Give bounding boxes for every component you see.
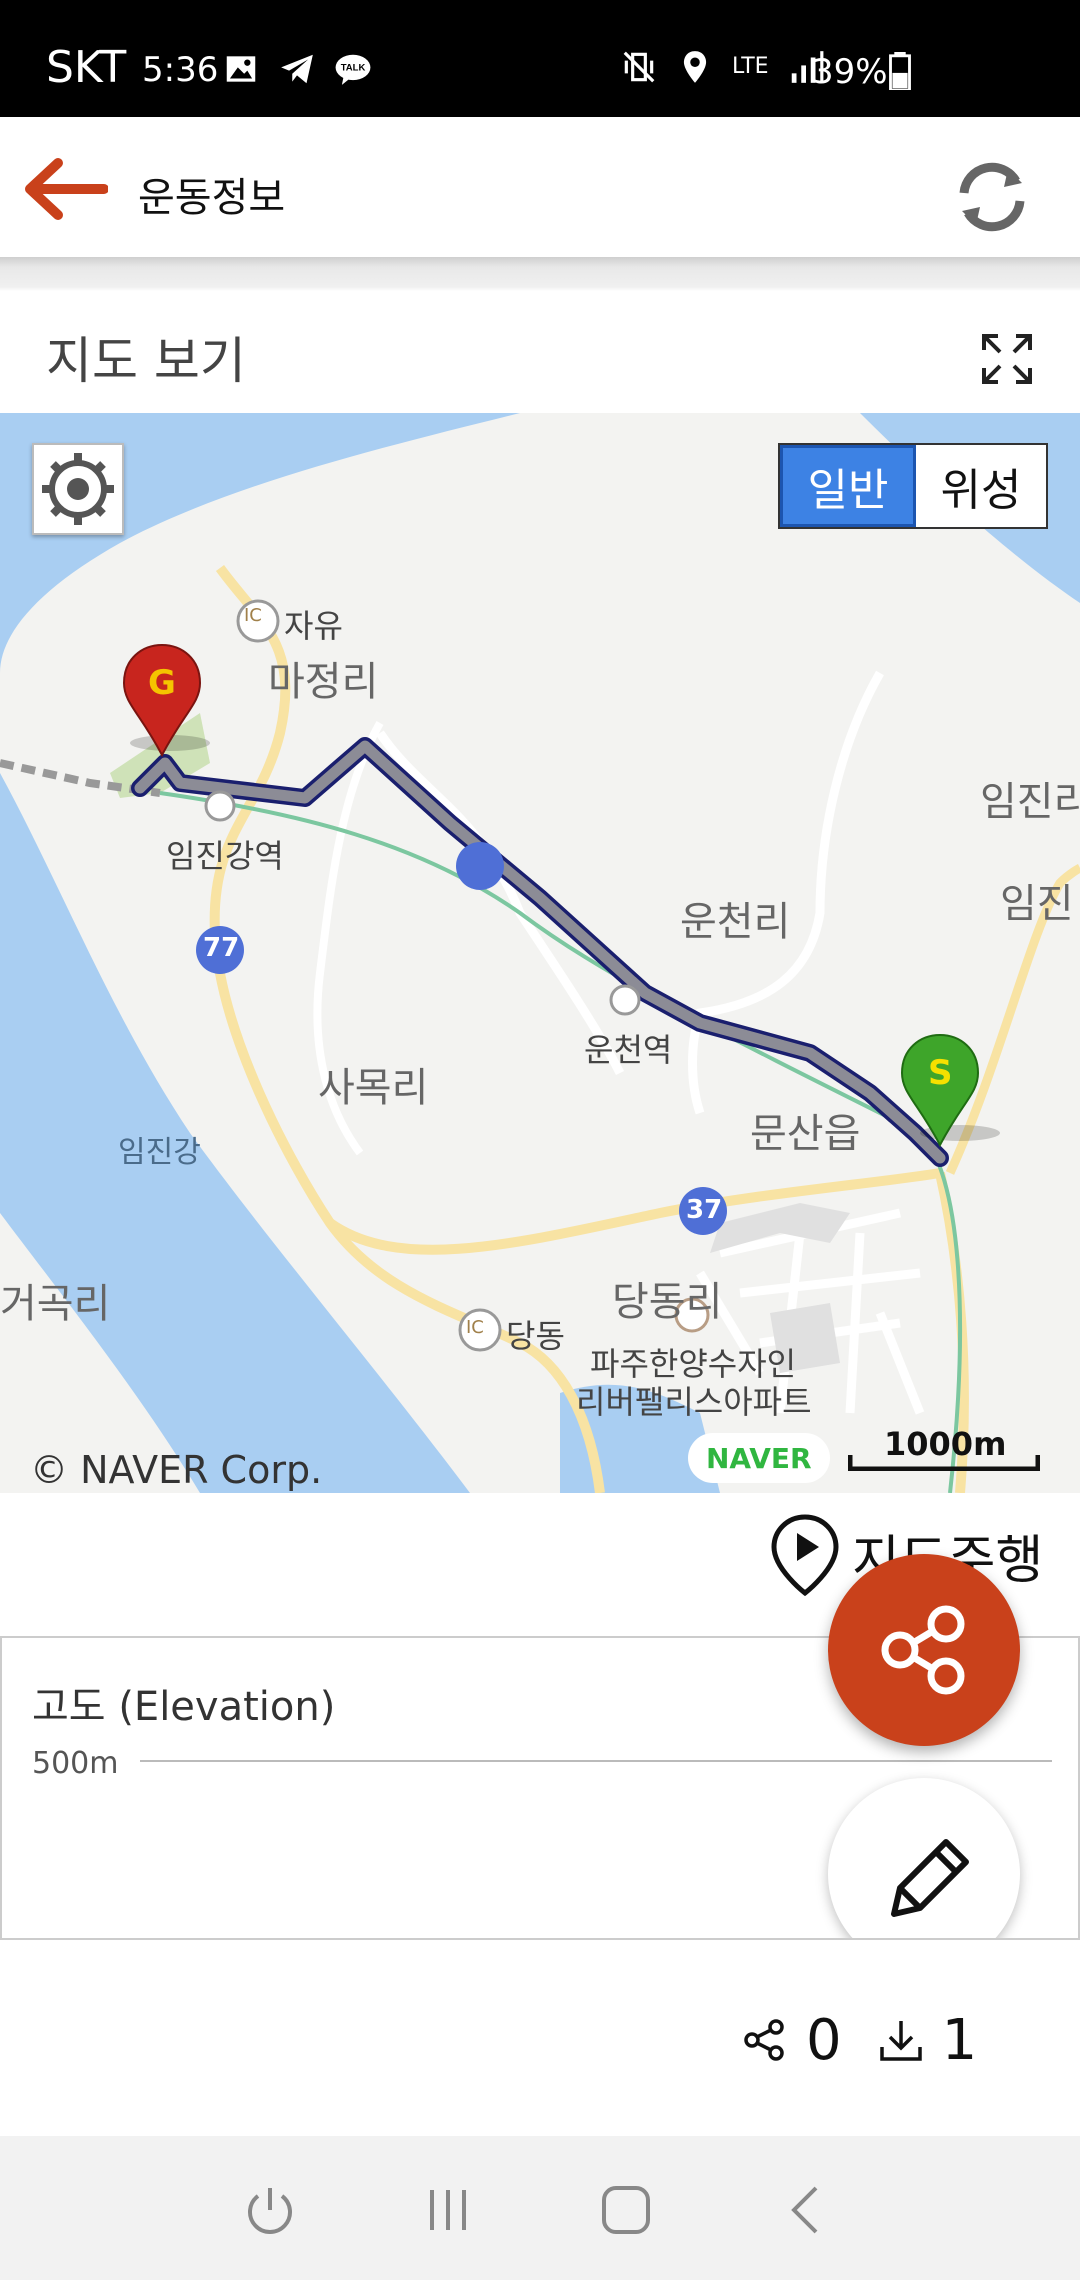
map-label-samok: 사목리 (318, 1065, 429, 1111)
ic-badge-dangdong: IC (466, 1317, 484, 1338)
refresh-icon[interactable] (948, 153, 1036, 241)
map-label-majeong: 마정리 (268, 659, 379, 705)
header-divider (0, 257, 1080, 291)
card-divider (0, 1938, 1080, 1940)
map-label-uncheon: 운천리 (680, 899, 791, 945)
battery-icon (889, 52, 911, 90)
map-label-imjingang-station: 임진강역 (166, 837, 284, 875)
app-header: 운동정보 (0, 117, 1080, 257)
system-navigation-bar (0, 2136, 1080, 2280)
map-label-apartment-2: 리버팰리스아파트 (576, 1383, 812, 1421)
elevation-gridline (140, 1760, 1052, 1762)
map-label-dangdong-ic: 당동 (506, 1317, 565, 1355)
share-button[interactable] (828, 1554, 1020, 1746)
map-label-dangdong-ri: 당동리 (612, 1279, 723, 1325)
card-bottom-area (800, 1940, 1080, 2000)
elevation-y-tick: 500m (32, 1746, 119, 1781)
carrier-label: SKT (46, 42, 127, 93)
vibrate-icon (623, 51, 655, 83)
power-icon[interactable] (240, 2180, 300, 2240)
location-icon (683, 51, 707, 83)
map-section-title: 지도 보기 (46, 332, 246, 390)
recent-apps-icon[interactable] (418, 2180, 478, 2240)
map-label-jayu: 자유 (284, 607, 343, 645)
clock: 5:36 (142, 50, 219, 90)
back-icon[interactable] (776, 2180, 836, 2240)
scale-label: 1000m (884, 1425, 1007, 1463)
map-label-uncheon-station: 운천역 (584, 1031, 673, 1069)
map-scale: 1000m (847, 1425, 1041, 1472)
map-label-imjingang: 임진강 (118, 1135, 201, 1170)
map-type-normal[interactable]: 일반 (780, 445, 916, 527)
share-count-icon (744, 2019, 784, 2061)
map-type-toggle: 일반 위성 (778, 443, 1048, 529)
route-badge-37: 37 (686, 1195, 723, 1225)
arrow-left-icon[interactable] (24, 157, 108, 221)
kakaotalk-icon: TALK (335, 54, 371, 85)
gear-icon (42, 453, 114, 525)
svg-text:TALK: TALK (341, 63, 366, 74)
fullscreen-icon[interactable] (980, 332, 1034, 386)
map-settings-button[interactable] (32, 443, 124, 535)
telegram-icon (281, 54, 313, 84)
lte-indicator: LTE (732, 54, 769, 79)
share-icon (881, 1605, 965, 1695)
map-label-imjin-2: 임진 (1000, 881, 1074, 927)
map-copyright: © NAVER Corp. (30, 1448, 323, 1492)
ic-badge-jayu: IC (244, 605, 262, 626)
map-label-munsan: 문산읍 (750, 1111, 861, 1157)
elevation-title: 고도 (Elevation) (32, 1684, 336, 1730)
home-icon[interactable] (596, 2180, 656, 2240)
download-count-icon (879, 2021, 922, 2061)
naver-logo[interactable]: NAVER (688, 1433, 830, 1483)
map-type-satellite[interactable]: 위성 (916, 445, 1046, 527)
share-count: 0 (806, 2007, 842, 2073)
map-section-header: 지도 보기 (0, 291, 1080, 413)
route-map[interactable]: IC 자유 마정리 임진강역 77 37 사목리 임진강 거곡리 운천리 운천역… (0, 413, 1080, 1493)
status-bar: SKT 5:36 TALK LTE 39% (0, 0, 1080, 117)
goal-marker-letter[interactable]: G (148, 663, 176, 703)
page-title: 운동정보 (138, 175, 286, 221)
map-label-imjin-1: 임진리 (980, 779, 1080, 825)
battery-percent: 39% (812, 52, 888, 92)
stats-row: 0 1 (740, 2000, 1011, 2080)
download-count: 1 (941, 2007, 978, 2073)
map-label-geogok: 거곡리 (0, 1281, 111, 1327)
start-marker-letter[interactable]: S (928, 1053, 953, 1093)
route-badge-77: 77 (203, 933, 240, 963)
gallery-icon (226, 56, 256, 82)
